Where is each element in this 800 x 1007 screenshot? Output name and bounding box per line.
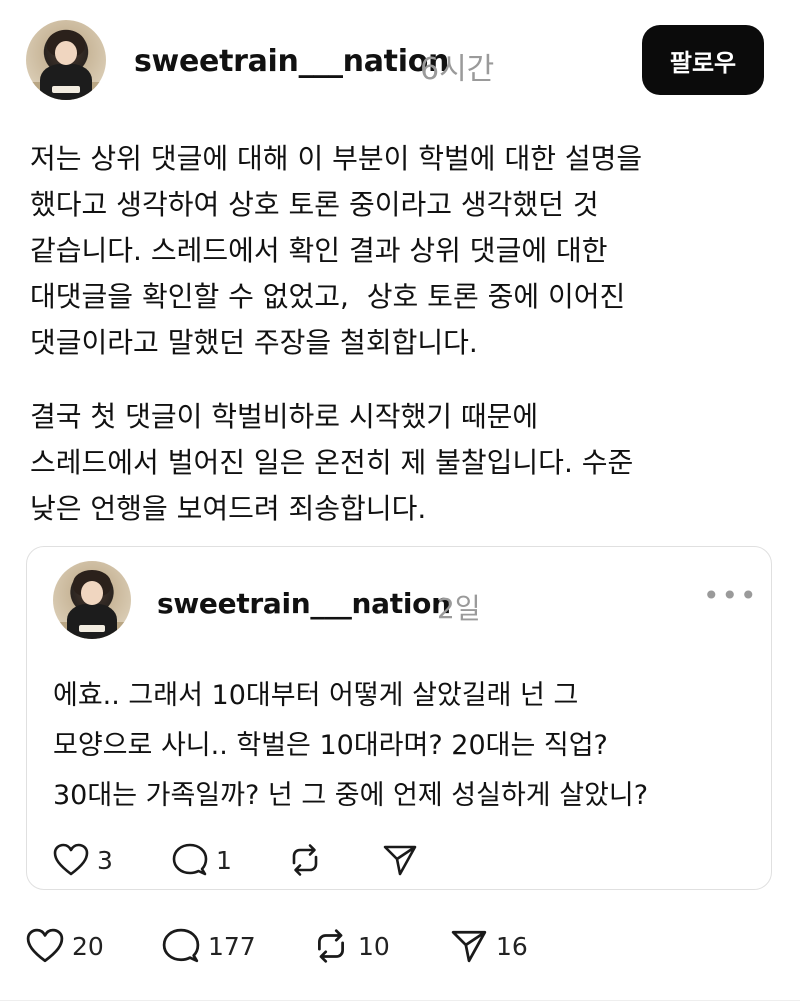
quoted-post-timestamp: 2일 [437, 592, 481, 625]
quoted-post-card[interactable]: sweetrain___nation 2일 ••• 에효.. 그래서 10대부터… [26, 546, 772, 890]
like-count: 20 [72, 931, 104, 961]
comment-icon [162, 928, 200, 963]
avatar-body [67, 603, 117, 639]
more-icon[interactable]: ••• [703, 579, 759, 612]
avatar-nameplate [52, 85, 80, 93]
repost-icon [318, 929, 344, 963]
post-paragraph-1: 저는 상위 댓글에 대해 이 부분이 학벌에 대한 설명을 했다고 생각하여 상… [30, 142, 643, 359]
reply-button[interactable]: 177 [162, 928, 256, 964]
send-icon [451, 930, 487, 963]
avatar-nameplate [78, 624, 106, 632]
heart-icon [53, 843, 89, 876]
reply-count: 177 [208, 931, 256, 961]
share-count: 16 [496, 931, 528, 961]
heart-icon [26, 928, 64, 963]
quoted-reply-count: 1 [216, 845, 232, 875]
send-icon [383, 845, 417, 876]
post-paragraph-2: 결국 첫 댓글이 학벌비하로 시작했기 때문에 스레드에서 벌어진 일은 온전히… [30, 400, 634, 525]
quoted-reply-button[interactable]: 1 [172, 843, 232, 877]
avatar-face [81, 581, 103, 605]
repost-button[interactable]: 10 [312, 928, 390, 964]
quoted-share-button[interactable] [382, 843, 418, 877]
author-avatar[interactable] [26, 20, 106, 100]
author-username[interactable]: sweetrain___nation [134, 44, 449, 79]
post-timestamp: 6시간 [420, 52, 495, 87]
follow-button[interactable]: 팔로우 [642, 25, 764, 95]
repost-icon [292, 844, 318, 876]
quoted-post-text: 에효.. 그래서 10대부터 어떻게 살았길래 넌 그 모양으로 사니.. 학벌… [53, 680, 649, 811]
quoted-repost-button[interactable] [287, 843, 323, 877]
quoted-author-avatar[interactable] [53, 561, 131, 639]
repost-count: 10 [358, 931, 390, 961]
like-button[interactable]: 20 [26, 928, 104, 964]
quoted-like-count: 3 [97, 845, 113, 875]
avatar-body [40, 64, 92, 100]
divider [0, 1000, 800, 1001]
avatar-face [54, 40, 78, 65]
share-button[interactable]: 16 [450, 928, 528, 964]
comment-icon [172, 843, 208, 876]
quoted-like-button[interactable]: 3 [53, 843, 113, 877]
quoted-author-username[interactable]: sweetrain___nation [157, 587, 451, 620]
